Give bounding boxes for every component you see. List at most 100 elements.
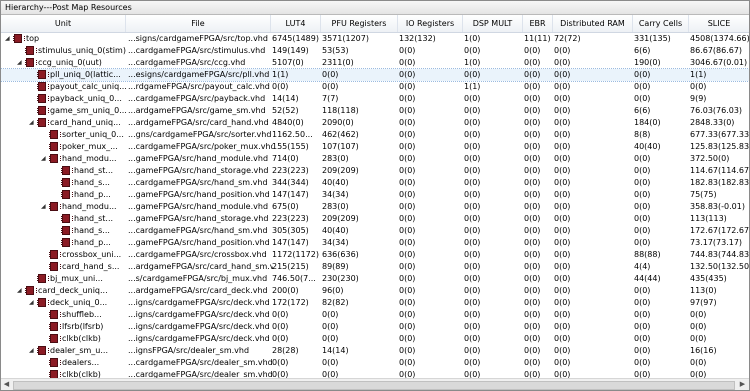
cell-unit[interactable]: dealers...	[1, 357, 126, 369]
cell-unit[interactable]: bj_mux_uni...	[1, 273, 126, 285]
table-row[interactable]: payout_calc_uniq... ...rdgameFPGA/src/pay…	[1, 81, 749, 93]
col-header-carry-cells[interactable]: Carry Cells	[633, 15, 689, 32]
collapse-toggle-icon[interactable]: ◢	[41, 156, 47, 162]
table-header: Unit File LUT4 PFU Registers IO Register…	[1, 15, 749, 33]
cell-unit[interactable]: stimulus_uniq_0(stim)	[1, 45, 126, 57]
cell-unit[interactable]: hand_st...	[1, 213, 126, 225]
cell-unit[interactable]: hand_s...	[1, 225, 126, 237]
cell-unit[interactable]: pll_uniq_0(lattic...	[1, 69, 126, 81]
scroll-left-arrow-icon[interactable]: ◀	[2, 380, 11, 389]
scroll-right-arrow-icon[interactable]: ▶	[738, 380, 747, 389]
cell-unit[interactable]: payback_uniq_0...	[1, 93, 126, 105]
col-header-slice[interactable]: SLICE	[689, 15, 749, 32]
cell-file: ...cardgameFPGA/src/ccg.vhd	[128, 58, 246, 67]
table-row[interactable]: poker_mux_... ...cardgameFPGA/src/poker_m…	[1, 141, 749, 153]
col-header-unit[interactable]: Unit	[1, 15, 126, 32]
table-row[interactable]: shuffleb... ...igns/cardgameFPGA/src/deck…	[1, 309, 749, 321]
cell-distributed-ram: 0(0)	[554, 358, 571, 367]
cell-file: ...igns/cardgameFPGA/src/deck.vhd	[128, 310, 270, 319]
cell-distributed-ram: 0(0)	[554, 262, 571, 271]
cell-file: ...cardgameFPGA/src/payback.vhd	[128, 94, 266, 103]
table-row[interactable]: hand_s... ...cardgameFPGA/src/hand_sm.vhd…	[1, 177, 749, 189]
table-row[interactable]: ◢ hand_modu... ...gameFPGA/src/hand_module…	[1, 153, 749, 165]
cell-unit[interactable]: shuffleb...	[1, 309, 126, 321]
collapse-toggle-icon[interactable]: ◢	[17, 288, 23, 294]
table-row[interactable]: hand_st... ...gameFPGA/src/hand_storage.v…	[1, 213, 749, 225]
cell-distributed-ram: 0(0)	[554, 274, 571, 283]
cell-unit[interactable]: hand_p...	[1, 237, 126, 249]
cell-unit[interactable]: hand_s...	[1, 177, 126, 189]
table-row[interactable]: bj_mux_uni... ...s/cardgameFPGA/src/bj_mu…	[1, 273, 749, 285]
collapse-toggle-icon[interactable]: ◢	[17, 60, 23, 66]
cell-unit[interactable]: ◢ dealer_sm_u...	[1, 345, 126, 357]
table-row[interactable]: payback_uniq_0... ...cardgameFPGA/src/pay…	[1, 93, 749, 105]
cell-unit[interactable]: card_hand_s...	[1, 261, 126, 273]
collapse-toggle-icon[interactable]: ◢	[29, 300, 35, 306]
cell-unit[interactable]: ◢ hand_modu...	[1, 153, 126, 165]
table-row[interactable]: stimulus_uniq_0(stim) ...cardgameFPGA/src…	[1, 45, 749, 57]
col-header-pfu-registers[interactable]: PFU Registers	[321, 15, 398, 32]
table-row[interactable]: hand_st... ...gameFPGA/src/hand_storage.v…	[1, 165, 749, 177]
table-row[interactable]: hand_s... ...cardgameFPGA/src/hand_sm.vhd…	[1, 225, 749, 237]
unit-label: hand_s...	[74, 226, 110, 235]
col-header-io-registers[interactable]: IO Registers	[398, 15, 463, 32]
col-header-distributed-ram[interactable]: Distributed RAM	[553, 15, 633, 32]
cell-unit[interactable]: ◢ top	[1, 33, 126, 45]
cell-unit[interactable]: payout_calc_uniq...	[1, 81, 126, 93]
col-header-file[interactable]: File	[126, 15, 271, 32]
cell-dsp-mult: 0(0)	[464, 286, 481, 295]
cell-unit[interactable]: game_sm_uniq_0...	[1, 105, 126, 117]
table-row[interactable]: ◢ top ...signs/cardgameFPGA/src/top.vhd 674…	[1, 33, 749, 45]
table-row[interactable]: dealers... ...cardgameFPGA/src/dealer_sm.…	[1, 357, 749, 369]
cell-lut4: 675(0)	[272, 202, 299, 211]
chip-module-icon	[37, 70, 49, 79]
cell-unit[interactable]: crossbox_uni...	[1, 249, 126, 261]
collapse-toggle-icon[interactable]: ◢	[29, 120, 35, 126]
cell-unit[interactable]: ◢ hand_modu...	[1, 201, 126, 213]
cell-unit[interactable]: sorter_uniq_0...	[1, 129, 126, 141]
cell-unit[interactable]: hand_st...	[1, 165, 126, 177]
horizontal-scrollbar[interactable]: ◀ ▶	[1, 378, 749, 390]
cell-unit[interactable]: poker_mux_...	[1, 141, 126, 153]
cell-unit[interactable]: hand_p...	[1, 189, 126, 201]
table-row[interactable]: pll_uniq_0(lattic... ...esigns/cardgameFP…	[1, 68, 749, 82]
cell-carry-cells: 0(0)	[634, 322, 651, 331]
col-header-ebr[interactable]: EBR	[523, 15, 553, 32]
table-row[interactable]: ◢ dealer_sm_u... ...ignsFPGA/src/dealer_sm…	[1, 345, 749, 357]
cell-dsp-mult: 0(0)	[464, 298, 481, 307]
cell-io-registers: 0(0)	[399, 274, 416, 283]
table-row[interactable]: hand_p... ...gameFPGA/src/hand_position.v…	[1, 189, 749, 201]
cell-unit[interactable]: ◢ deck_uniq_0...	[1, 297, 126, 309]
chip-module-icon	[61, 226, 73, 235]
collapse-toggle-icon[interactable]: ◢	[41, 204, 47, 210]
cell-slice: 3046.67(0.01)	[690, 58, 748, 67]
cell-io-registers: 0(0)	[399, 298, 416, 307]
cell-file: ...ardgameFPGA/src/card_deck.vhd	[128, 286, 268, 295]
table-row[interactable]: ◢ hand_modu... ...gameFPGA/src/hand_module…	[1, 201, 749, 213]
cell-distributed-ram: 0(0)	[554, 238, 571, 247]
cell-unit[interactable]: ◢ card_deck_uniq...	[1, 285, 126, 297]
cell-unit[interactable]: clkb(clkb)	[1, 333, 126, 345]
table-row[interactable]: card_hand_s... ...ardgameFPGA/src/card_ha…	[1, 261, 749, 273]
cell-lut4: 6745(1489)	[272, 34, 319, 43]
col-header-dsp-mult[interactable]: DSP MULT	[463, 15, 523, 32]
cell-unit[interactable]: ◢ ccg_uniq_0(uut)	[1, 57, 126, 69]
scrollbar-thumb[interactable]	[13, 381, 735, 390]
cell-unit[interactable]: ◢ card_hand_uniq...	[1, 117, 126, 129]
table-row[interactable]: ◢ card_hand_uniq... ...ardgameFPGA/src/car…	[1, 117, 749, 129]
table-row[interactable]: sorter_uniq_0... ...gns/cardgameFPGA/src/…	[1, 129, 749, 141]
col-header-lut4[interactable]: LUT4	[271, 15, 321, 32]
table-row[interactable]: hand_p... ...gameFPGA/src/hand_position.v…	[1, 237, 749, 249]
table-row[interactable]: clkb(clkb) ...igns/cardgameFPGA/src/deck.…	[1, 333, 749, 345]
table-row[interactable]: crossbox_uni... ...cardgameFPGA/src/cross…	[1, 249, 749, 261]
cell-unit[interactable]: lfsrb(lfsrb)	[1, 321, 126, 333]
cell-dsp-mult: 0(0)	[464, 46, 481, 55]
table-row[interactable]: game_sm_uniq_0... ...ardgameFPGA/src/game…	[1, 105, 749, 117]
table-row[interactable]: lfsrb(lfsrb) ...igns/cardgameFPGA/src/dec…	[1, 321, 749, 333]
cell-slice: 4508(1374.66)	[690, 34, 749, 43]
table-row[interactable]: ◢ deck_uniq_0... ...igns/cardgameFPGA/src/…	[1, 297, 749, 309]
table-row[interactable]: ◢ card_deck_uniq... ...ardgameFPGA/src/car…	[1, 285, 749, 297]
table-row[interactable]: ◢ ccg_uniq_0(uut) ...cardgameFPGA/src/ccg.…	[1, 57, 749, 69]
collapse-toggle-icon[interactable]: ◢	[29, 348, 35, 354]
collapse-toggle-icon[interactable]: ◢	[5, 36, 11, 42]
